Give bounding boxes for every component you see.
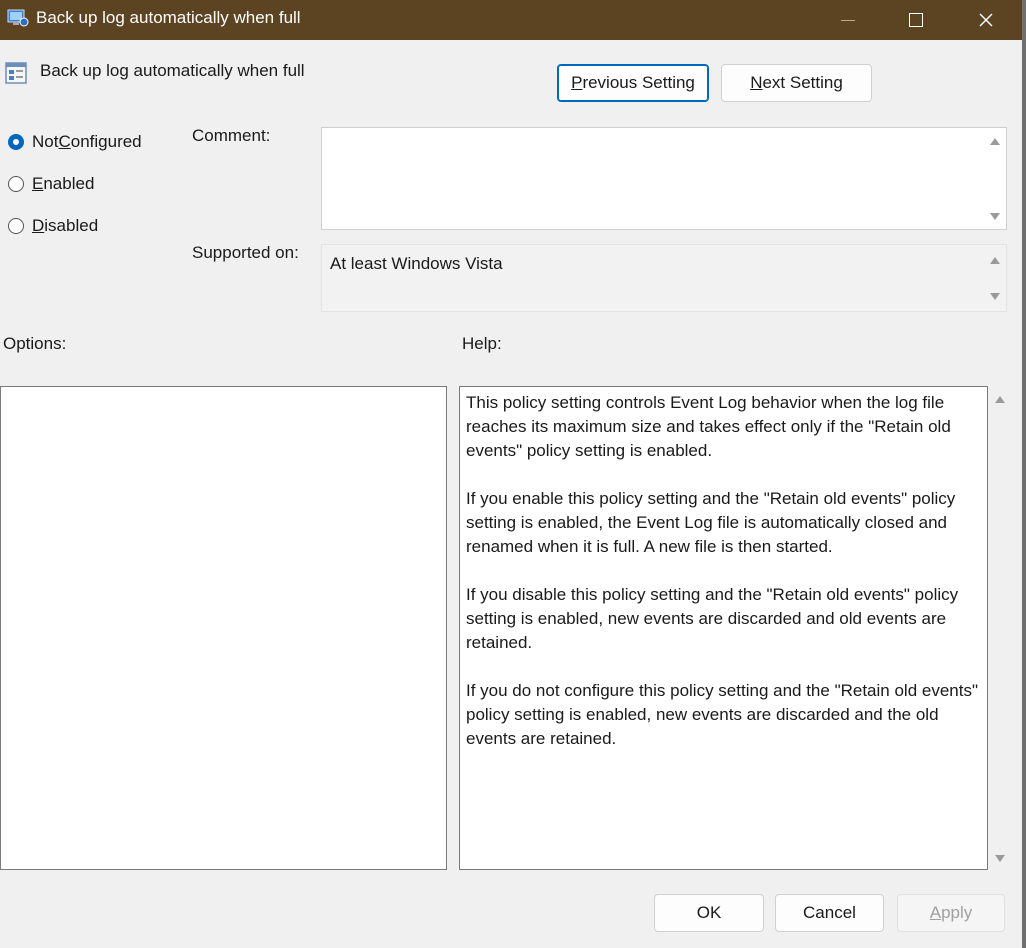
comment-scroll-down-icon[interactable]	[990, 213, 1000, 220]
comment-textarea[interactable]	[321, 127, 1007, 230]
close-button[interactable]	[952, 0, 1020, 40]
previous-setting-label-post: revious Setting	[582, 73, 695, 92]
help-paragraph: If you do not configure this policy sett…	[466, 681, 978, 748]
close-icon	[979, 13, 993, 27]
help-label: Help:	[462, 334, 502, 353]
previous-setting-accesskey: P	[571, 73, 583, 92]
help-scroll-down-icon[interactable]	[995, 855, 1005, 862]
radio-enabled-indicator[interactable]	[8, 176, 24, 192]
ok-button[interactable]: OK	[654, 894, 764, 932]
background-window-edge	[1022, 0, 1026, 948]
help-paragraph: This policy setting controls Event Log b…	[466, 393, 951, 460]
comment-scroll-up-icon[interactable]	[990, 138, 1000, 145]
supported-on-field: At least Windows Vista	[321, 244, 1007, 312]
policy-setting-icon	[5, 62, 27, 84]
next-setting-accesskey: N	[750, 73, 763, 92]
supported-on-label: Supported on:	[192, 243, 299, 262]
supported-on-value: At least Windows Vista	[330, 254, 503, 273]
next-setting-label-post: ext Setting	[762, 73, 843, 92]
options-panel	[0, 386, 447, 870]
help-scroll-up-icon[interactable]	[995, 396, 1005, 403]
cancel-button[interactable]: Cancel	[775, 894, 884, 932]
title-bar: Back up log automatically when full	[0, 0, 1022, 40]
maximize-icon	[909, 13, 923, 27]
policy-dialog: Back up log automatically when full Prev…	[0, 40, 1022, 948]
radio-not-configured[interactable]: Not Configured	[8, 132, 142, 152]
radio-enabled-label-post: nabled	[43, 174, 95, 193]
radio-disabled-label-post: isabled	[44, 216, 99, 235]
help-paragraph: If you disable this policy setting and t…	[466, 585, 959, 652]
help-paragraph: If you enable this policy setting and th…	[466, 489, 956, 556]
radio-enabled[interactable]: Enabled	[8, 174, 94, 194]
options-label: Options:	[3, 334, 67, 353]
minimize-icon	[841, 19, 855, 21]
radio-not-configured-indicator[interactable]	[8, 134, 24, 150]
radio-enabled-accesskey: E	[32, 174, 44, 193]
radio-disabled-accesskey: D	[32, 216, 45, 235]
radio-disabled-indicator[interactable]	[8, 218, 24, 234]
minimize-button[interactable]	[814, 0, 882, 40]
apply-button[interactable]: Apply	[897, 894, 1005, 932]
apply-label-post: pply	[941, 903, 973, 922]
group-policy-app-icon	[7, 9, 29, 27]
help-text: This policy setting controls Event Log b…	[466, 391, 984, 775]
supported-scroll-down-icon[interactable]	[990, 293, 1000, 300]
maximize-button[interactable]	[882, 0, 950, 40]
radio-not-configured-label-post: onfigured	[70, 132, 142, 151]
radio-not-configured-accesskey: C	[58, 132, 71, 151]
comment-label: Comment:	[192, 126, 271, 145]
policy-name: Back up log automatically when full	[40, 61, 305, 80]
previous-setting-button[interactable]: Previous Setting	[557, 64, 709, 102]
help-panel[interactable]: This policy setting controls Event Log b…	[459, 386, 988, 870]
apply-accesskey: A	[929, 903, 942, 922]
radio-disabled[interactable]: Disabled	[8, 216, 98, 236]
radio-not-configured-label-pre: Not	[32, 132, 59, 151]
supported-scroll-up-icon[interactable]	[990, 257, 1000, 264]
window-title: Back up log automatically when full	[36, 8, 301, 27]
next-setting-button[interactable]: Next Setting	[721, 64, 872, 102]
